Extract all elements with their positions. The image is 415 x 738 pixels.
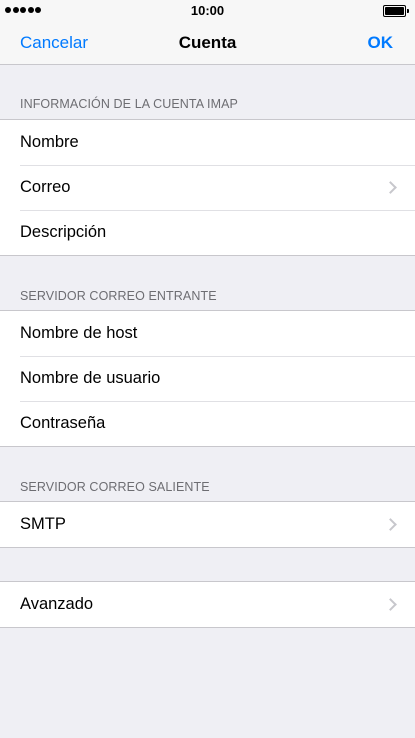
incoming-server-group: Nombre de host Nombre de usuario Contras… [0,310,415,447]
row-label: Nombre [20,133,79,151]
row-label: Contraseña [20,414,106,432]
section-header-account: INFORMACIÓN DE LA CUENTA IMAP [20,97,238,111]
row-password[interactable]: Contraseña [0,401,415,446]
status-time: 10:00 [190,3,225,18]
row-advanced[interactable]: Avanzado [0,582,415,627]
account-info-group: Nombre Correo Descripción [0,119,415,256]
chevron-right-icon [384,180,397,194]
row-label: SMTP [20,515,66,533]
row-label: Correo [20,178,71,196]
row-label: Descripción [20,223,107,241]
chevron-right-icon [384,517,397,531]
row-email[interactable]: Correo [0,165,415,210]
status-bar: 10:00 [0,0,415,22]
row-name[interactable]: Nombre [0,120,415,165]
navigation-bar: Cancelar Cuenta OK [0,22,415,65]
row-smtp[interactable]: SMTP [0,502,415,547]
row-label: Nombre de usuario [20,369,161,387]
row-label: Avanzado [20,595,94,613]
outgoing-server-group: SMTP [0,501,415,548]
row-host-name[interactable]: Nombre de host [0,311,415,356]
advanced-group: Avanzado [0,581,415,628]
row-username[interactable]: Nombre de usuario [0,356,415,401]
cancel-button[interactable]: Cancelar [20,33,88,53]
row-label: Nombre de host [20,324,138,342]
chevron-right-icon [384,597,397,611]
battery-icon [383,5,409,17]
section-header-incoming: SERVIDOR CORREO ENTRANTE [20,289,217,303]
section-header-outgoing: SERVIDOR CORREO SALIENTE [20,480,210,494]
ok-button[interactable]: OK [368,33,394,53]
row-description[interactable]: Descripción [0,210,415,255]
